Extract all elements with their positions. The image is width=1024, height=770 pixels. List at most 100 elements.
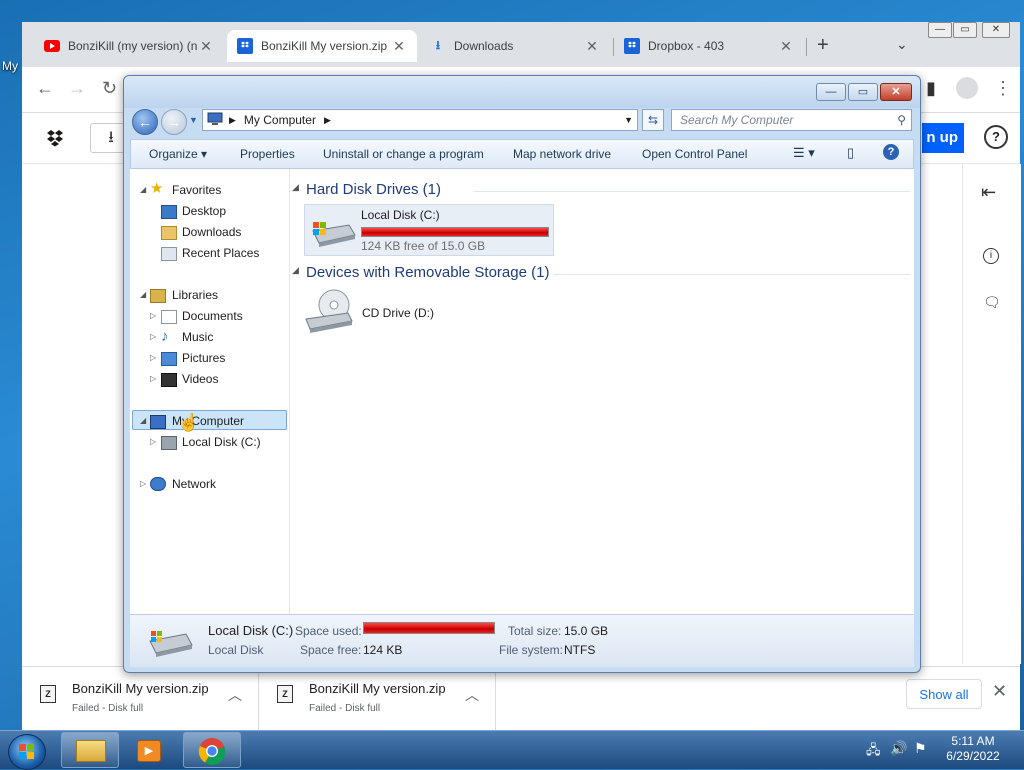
expand-arrow-icon[interactable]: ▷ (150, 437, 156, 446)
open-control-panel-button[interactable]: Open Control Panel (642, 147, 747, 161)
taskbar-chrome-button[interactable] (183, 732, 241, 768)
tab-search-icon[interactable]: ⌄ (896, 36, 908, 53)
close-tab-icon[interactable]: ✕ (198, 38, 214, 55)
download-name: BonziKill My version.zip (309, 681, 446, 696)
tab-downloads[interactable]: ⭳ Downloads ✕ (420, 30, 610, 62)
comment-icon[interactable]: 🗨 (983, 294, 1001, 311)
start-button[interactable] (8, 734, 46, 770)
drive-c-tile[interactable]: Local Disk (C:) 124 KB free of 15.0 GB (304, 204, 554, 256)
nav-recent-places[interactable]: Recent Places (182, 246, 259, 260)
side-panel-icon[interactable]: ▮ (926, 78, 936, 99)
download-item[interactable]: Z BonziKill My version.zip Failed - Disk… (22, 667, 259, 731)
group-removable-storage[interactable]: Devices with Removable Storage (1) (306, 264, 549, 281)
recent-pages-dropdown[interactable]: ▼ (189, 115, 198, 125)
expand-arrow-icon[interactable]: ▷ (150, 353, 156, 362)
explorer-titlebar[interactable]: — ▭ ✕ (124, 76, 920, 108)
close-button[interactable]: ✕ (880, 83, 912, 101)
taskbar-media-player-button[interactable]: ▶ (122, 732, 180, 768)
forward-button[interactable]: → (161, 109, 187, 135)
address-dropdown-icon[interactable]: ▼ (624, 115, 633, 125)
nav-local-disk[interactable]: Local Disk (C:) (182, 435, 261, 449)
preview-pane-icon[interactable]: ▯ (847, 145, 854, 161)
maximize-button[interactable]: ▭ (848, 83, 878, 101)
map-network-drive-button[interactable]: Map network drive (513, 147, 611, 161)
profile-avatar[interactable] (956, 77, 978, 99)
desktop-icon-label[interactable]: My (2, 59, 18, 73)
sign-up-button[interactable]: n up (922, 123, 964, 153)
minimize-button[interactable]: — (816, 83, 846, 101)
info-icon[interactable]: i (983, 248, 999, 264)
nav-music[interactable]: Music (182, 330, 213, 344)
forward-icon[interactable]: → (68, 78, 86, 99)
help-icon[interactable]: ? (984, 125, 1008, 149)
minimize-button[interactable]: — (928, 22, 952, 38)
breadcrumb-arrow-icon[interactable]: ▶ (324, 115, 331, 126)
nav-videos[interactable]: Videos (182, 372, 218, 386)
collapse-group-icon[interactable]: ◢ (292, 182, 299, 193)
uninstall-program-button[interactable]: Uninstall or change a program (323, 147, 484, 161)
expand-arrow-icon[interactable]: ▷ (150, 374, 156, 383)
nav-libraries[interactable]: Libraries (172, 288, 218, 302)
space-free-value: 124 KB (363, 643, 403, 657)
close-tab-icon[interactable]: ✕ (584, 38, 600, 55)
expand-arrow-icon[interactable]: ▷ (150, 311, 156, 320)
close-window-button[interactable]: ✕ (982, 22, 1010, 38)
chevron-up-icon[interactable]: ︿ (228, 685, 242, 705)
close-tab-icon[interactable]: ✕ (778, 38, 794, 55)
pictures-icon (161, 352, 177, 366)
chevron-up-icon[interactable]: ︿ (465, 685, 479, 705)
tab-zip[interactable]: BonziKill My version.zip ✕ (227, 30, 417, 62)
breadcrumb[interactable]: My Computer (244, 113, 316, 127)
refresh-button[interactable]: ⇆ (642, 109, 664, 131)
reload-icon[interactable]: ↻ (102, 78, 117, 99)
expand-arrow-icon[interactable]: ▷ (150, 332, 156, 341)
expand-arrow-icon[interactable]: ▷ (140, 479, 146, 488)
content-pane: ◢ Hard Disk Drives (1) Local Disk (C:) 1… (290, 169, 914, 614)
back-button[interactable]: ← (132, 109, 158, 135)
dropbox-logo-icon[interactable] (44, 129, 66, 150)
breadcrumb-arrow-icon[interactable]: ▶ (229, 115, 236, 126)
collapse-group-icon[interactable]: ◢ (292, 265, 299, 276)
nav-favorites[interactable]: Favorites (172, 183, 221, 197)
nav-pictures[interactable]: Pictures (182, 351, 225, 365)
nav-network[interactable]: Network (172, 477, 216, 491)
nav-desktop[interactable]: Desktop (182, 204, 226, 218)
download-item[interactable]: Z BonziKill My version.zip Failed - Disk… (259, 667, 496, 731)
new-tab-button[interactable]: + (817, 34, 829, 57)
maximize-button[interactable]: ▭ (953, 22, 977, 38)
organize-button[interactable]: Organize ▾ (149, 147, 207, 161)
collapse-arrow-icon[interactable]: ◢ (140, 416, 146, 425)
tab-youtube[interactable]: BonziKill (my version) (n ✕ (34, 30, 224, 62)
clock[interactable]: 5:11 AM 6/29/2022 (938, 734, 1008, 764)
cd-drive-icon[interactable] (304, 287, 354, 338)
explorer-window: — ▭ ✕ ← → ▼ ▶ My Computer ▶ ▼ ⇆ Search M… (123, 75, 921, 673)
nav-documents[interactable]: Documents (182, 309, 243, 323)
properties-button[interactable]: Properties (240, 147, 295, 161)
details-name: Local Disk (C:) (208, 623, 294, 638)
close-tab-icon[interactable]: ✕ (391, 38, 407, 55)
change-view-icon[interactable]: ☰ ▾ (793, 145, 815, 161)
total-size-value: 15.0 GB (564, 624, 609, 638)
help-icon[interactable]: ? (883, 144, 899, 160)
network-tray-icon[interactable]: 🖧 (866, 741, 881, 763)
details-type: Local Disk (208, 643, 264, 657)
volume-icon[interactable]: 🔊 (890, 740, 907, 757)
cd-drive-name[interactable]: CD Drive (D:) (362, 306, 434, 320)
taskbar-explorer-button[interactable] (61, 732, 119, 768)
youtube-icon (44, 38, 60, 54)
show-all-button[interactable]: Show all (906, 679, 982, 709)
tab-dropbox-403[interactable]: Dropbox - 403 ✕ (614, 30, 804, 62)
command-bar: Organize ▾ Properties Uninstall or chang… (130, 139, 914, 169)
nav-downloads[interactable]: Downloads (182, 225, 241, 239)
address-bar[interactable]: ▶ My Computer ▶ ▼ (202, 109, 638, 131)
group-hard-disk-drives[interactable]: Hard Disk Drives (1) (306, 181, 441, 198)
collapse-arrow-icon[interactable]: ◢ (140, 290, 146, 299)
back-icon[interactable]: ← (36, 78, 54, 99)
collapse-panel-icon[interactable]: ⇤ (981, 182, 996, 203)
search-input[interactable]: Search My Computer ⚲ (671, 109, 912, 131)
tab-title: Downloads (454, 39, 514, 53)
close-shelf-icon[interactable]: ✕ (992, 681, 1007, 702)
action-center-flag-icon[interactable]: ⚑ (914, 740, 927, 757)
collapse-arrow-icon[interactable]: ◢ (140, 185, 146, 194)
menu-icon[interactable]: ⋮ (994, 78, 1012, 99)
